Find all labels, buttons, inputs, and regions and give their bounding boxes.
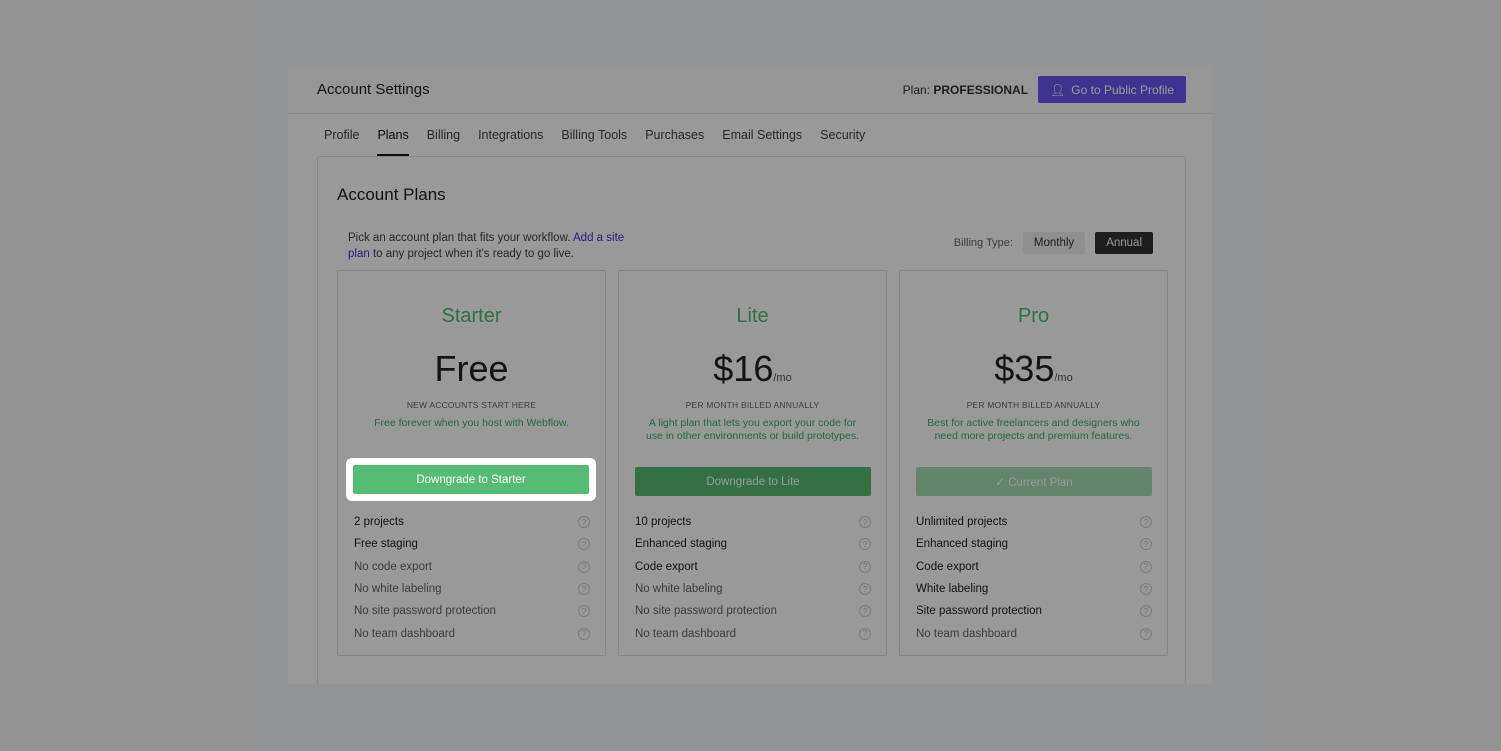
downgrade-to-starter-button[interactable]: Downgrade to Starter bbox=[353, 465, 589, 494]
dim-overlay bbox=[0, 0, 1501, 751]
highlighted-button-frame: Downgrade to Starter bbox=[346, 458, 596, 501]
